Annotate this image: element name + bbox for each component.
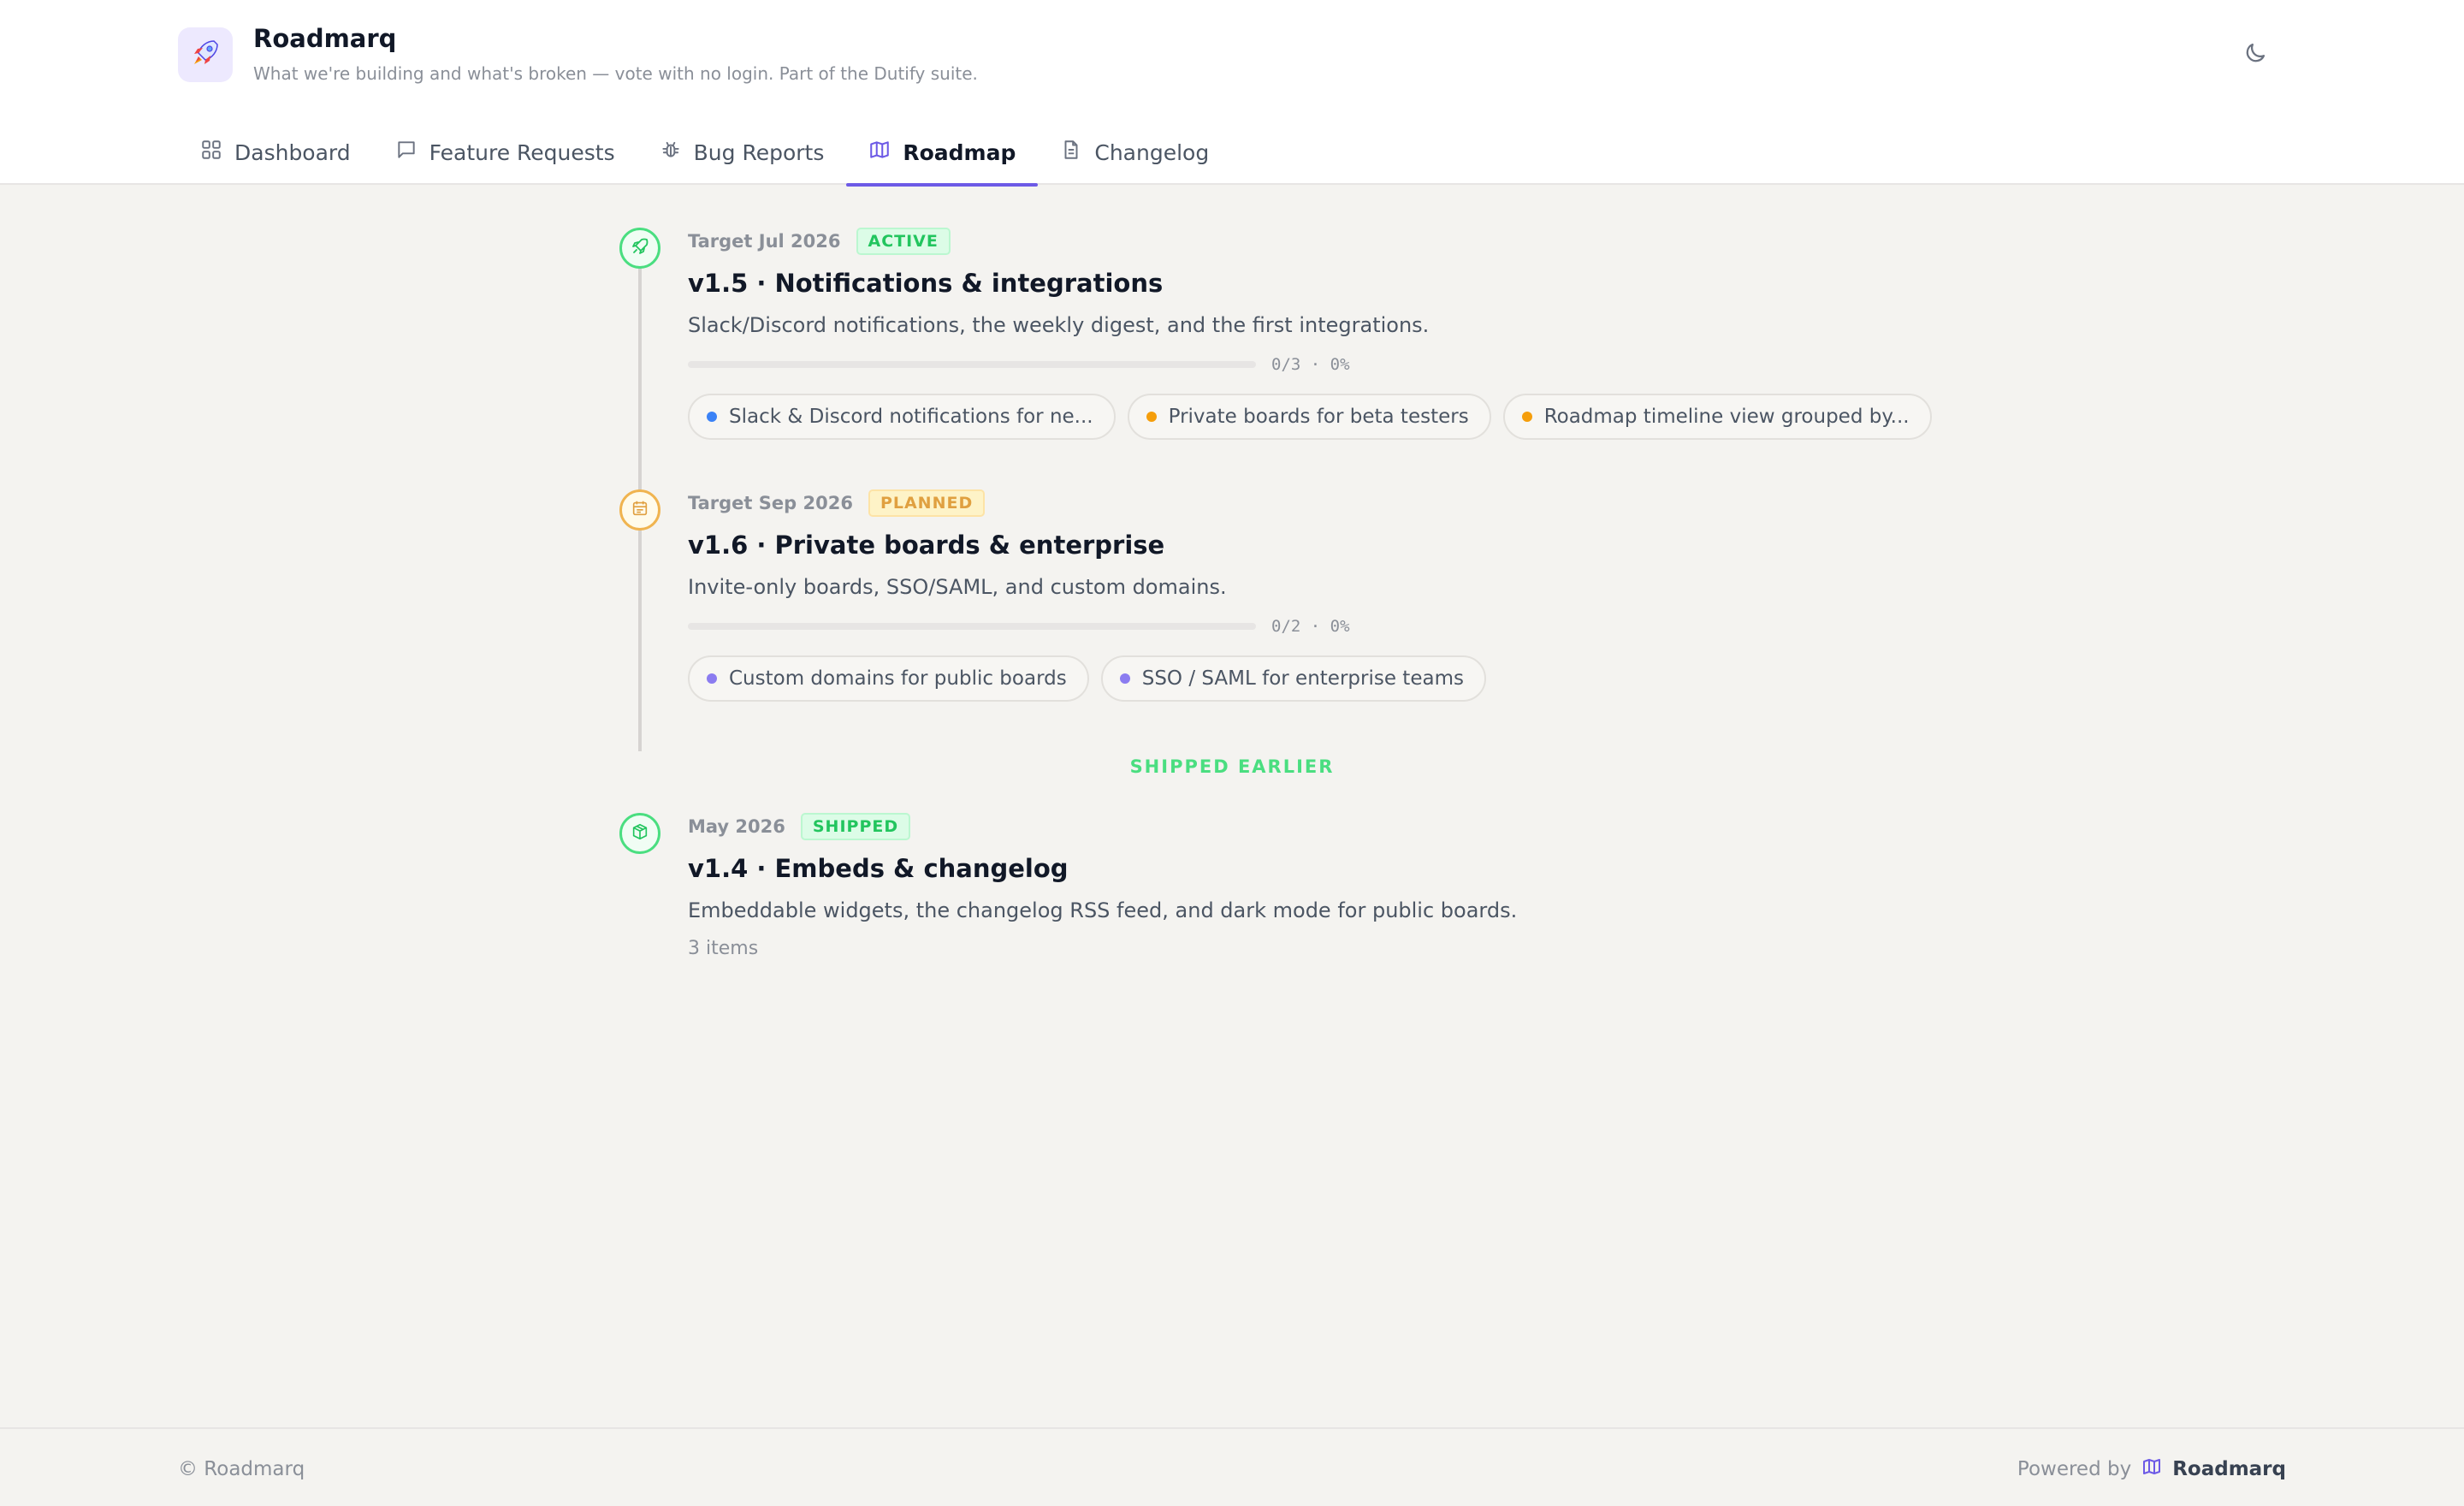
release-items: Slack & Discord notifications for ne... …: [688, 394, 1932, 440]
chip-label: Slack & Discord notifications for ne...: [729, 406, 1093, 428]
rocket-icon: [630, 236, 650, 260]
release-target: May 2026: [688, 816, 785, 837]
release-item-chip[interactable]: Private boards for beta testers: [1127, 394, 1491, 440]
release-v1-4: May 2026 SHIPPED v1.4 · Embeds & changel…: [688, 813, 1517, 959]
tab-label: Bug Reports: [693, 139, 825, 165]
app-name: Roadmarq: [253, 24, 397, 53]
powered-by-label: Powered by: [2017, 1458, 2132, 1480]
release-description: Embeddable widgets, the changelog RSS fe…: [688, 898, 1518, 922]
map-icon: [2141, 1456, 2162, 1482]
status-badge: ACTIVE: [856, 228, 951, 255]
release-title[interactable]: v1.4 · Embeds & changelog: [688, 854, 1517, 883]
status-dot: [1521, 412, 1532, 422]
app-tagline: What we're building and what's broken — …: [253, 63, 978, 84]
chip-label: Roadmap timeline view grouped by...: [1543, 406, 1910, 428]
moon-icon: [2242, 40, 2268, 69]
progress-bar: [688, 623, 1256, 630]
release-item-chip[interactable]: Custom domains for public boards: [688, 655, 1089, 702]
grid-icon: [200, 139, 222, 166]
shipped-section-label: SHIPPED EARLIER: [1129, 756, 1335, 777]
chip-label: SSO / SAML for enterprise teams: [1141, 667, 1464, 690]
items-count[interactable]: 3 items: [688, 938, 1517, 959]
status-dot: [1146, 412, 1157, 422]
copyright-text: © Roadmarq: [178, 1458, 305, 1480]
status-dot: [707, 412, 717, 422]
bug-icon: [660, 139, 682, 166]
status-badge: SHIPPED: [800, 813, 911, 840]
tab-label: Roadmap: [903, 139, 1016, 165]
tab-changelog[interactable]: Changelog: [1038, 120, 1231, 185]
map-icon: [868, 139, 891, 166]
app-footer: © Roadmarq Powered by Roadmarq: [0, 1427, 2464, 1506]
status-badge: PLANNED: [868, 489, 986, 517]
message-icon: [395, 139, 418, 166]
release-target: Target Sep 2026: [688, 493, 853, 513]
tab-label: Feature Requests: [429, 139, 615, 165]
calendar-icon: [631, 499, 649, 521]
main-tabs: Dashboard Feature Requests Bug Reports R…: [178, 120, 1231, 187]
release-description: Slack/Discord notifications, the weekly …: [688, 313, 1430, 337]
theme-toggle-button[interactable]: [2235, 38, 2276, 72]
release-description: Invite-only boards, SSO/SAML, and custom…: [688, 575, 1227, 599]
document-icon: [1060, 139, 1082, 166]
tab-label: Changelog: [1094, 139, 1210, 165]
tab-dashboard[interactable]: Dashboard: [178, 120, 373, 185]
release-v1-5: Target Jul 2026 ACTIVE v1.5 · Notificati…: [688, 228, 1932, 440]
release-node-planned: [619, 489, 660, 531]
progress-text: 0/3 · 0%: [1271, 355, 1350, 374]
release-title[interactable]: v1.5 · Notifications & integrations: [688, 269, 1932, 298]
progress-bar: [688, 361, 1256, 368]
release-item-chip[interactable]: Roadmap timeline view grouped by...: [1502, 394, 1932, 440]
release-target: Target Jul 2026: [688, 231, 841, 252]
app-logo[interactable]: [178, 27, 233, 82]
release-items: Custom domains for public boards SSO / S…: [688, 655, 1486, 702]
tab-label: Dashboard: [234, 139, 351, 165]
release-title[interactable]: v1.6 · Private boards & enterprise: [688, 531, 1486, 560]
release-node-active: [619, 228, 660, 269]
release-item-chip[interactable]: Slack & Discord notifications for ne...: [688, 394, 1116, 440]
release-v1-6: Target Sep 2026 PLANNED v1.6 · Private b…: [688, 489, 1486, 702]
package-icon: [631, 822, 649, 845]
rocket-icon: [188, 36, 222, 74]
release-node-shipped: [619, 813, 660, 854]
powered-by-link[interactable]: Powered by Roadmarq: [2017, 1456, 2286, 1482]
release-item-chip[interactable]: SSO / SAML for enterprise teams: [1100, 655, 1486, 702]
chip-label: Private boards for beta testers: [1168, 406, 1469, 428]
progress-text: 0/2 · 0%: [1271, 617, 1350, 636]
tab-feature-requests[interactable]: Feature Requests: [373, 120, 637, 185]
powered-by-brand: Roadmarq: [2172, 1458, 2286, 1480]
tab-bug-reports[interactable]: Bug Reports: [637, 120, 847, 185]
tab-roadmap[interactable]: Roadmap: [846, 120, 1039, 187]
chip-label: Custom domains for public boards: [729, 667, 1067, 690]
status-dot: [1119, 673, 1130, 684]
app-header: Roadmarq What we're building and what's …: [0, 0, 2464, 187]
status-dot: [707, 673, 717, 684]
